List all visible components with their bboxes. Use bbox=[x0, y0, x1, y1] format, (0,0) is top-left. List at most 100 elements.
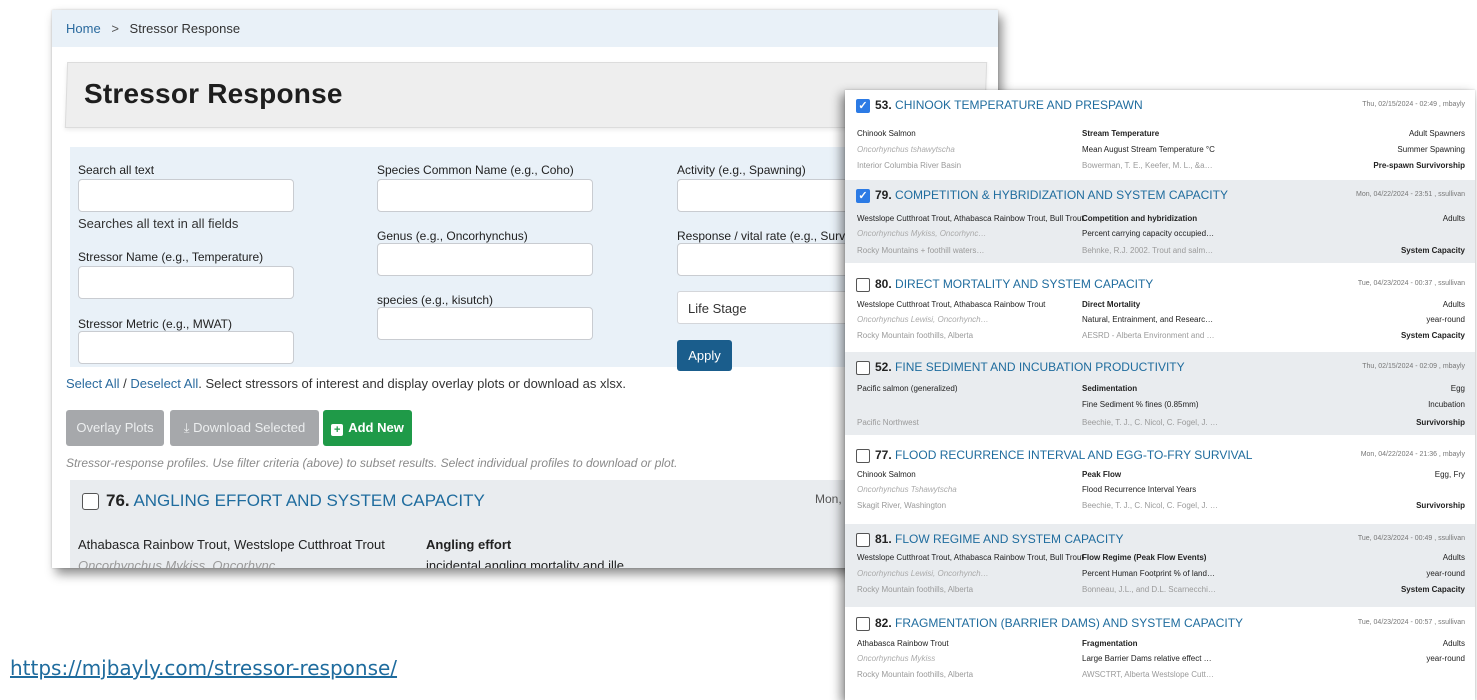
list-item: ✓ 53. CHINOOK TEMPERATURE AND PRESPAWN T… bbox=[845, 90, 1475, 173]
profile-metric: incidental angling mortality and ille… bbox=[426, 558, 638, 568]
profile-response: Survivorship bbox=[1416, 501, 1465, 510]
stressor-metric-input[interactable] bbox=[78, 331, 294, 364]
profile-title-link[interactable]: FLOW REGIME AND SYSTEM CAPACITY bbox=[895, 532, 1123, 546]
profile-metric: Percent carrying capacity occupied… bbox=[1082, 229, 1215, 238]
list-item: 80. DIRECT MORTALITY AND SYSTEM CAPACITY… bbox=[845, 269, 1475, 352]
profile-life-stage: Adults bbox=[1442, 300, 1465, 309]
breadcrumb-separator: > bbox=[111, 21, 119, 36]
profile-stressor: Flow Regime (Peak Flow Events) bbox=[1082, 553, 1207, 562]
profile-life-stage: Adults bbox=[1442, 639, 1465, 648]
breadcrumb-home-link[interactable]: Home bbox=[66, 21, 101, 36]
search-hint: Searches all text in all fields bbox=[78, 216, 239, 231]
profile-species-latin: Oncorhynchus Mykiss bbox=[857, 654, 936, 663]
genus-label: Genus (e.g., Oncorhynchus) bbox=[377, 229, 528, 243]
download-selected-label: Download Selected bbox=[193, 420, 306, 435]
list-item: 81. FLOW REGIME AND SYSTEM CAPACITY Tue,… bbox=[845, 524, 1475, 607]
profile-title-link[interactable]: CHINOOK TEMPERATURE AND PRESPAWN bbox=[895, 98, 1143, 112]
profile-metric: Percent Human Footprint % of land… bbox=[1082, 569, 1215, 578]
profile-life-stage: Adult Spawners bbox=[1408, 129, 1465, 138]
apply-button[interactable]: Apply bbox=[677, 340, 732, 371]
profile-species-latin: Oncorhynchus Mykiss, Oncorhync… bbox=[857, 229, 987, 238]
site-url-link[interactable]: https://mjbayly.com/stressor-response/ bbox=[10, 656, 397, 680]
checkbox-checked-icon[interactable]: ✓ bbox=[856, 99, 870, 113]
profile-response: Pre-spawn Survivorship bbox=[1373, 161, 1465, 170]
add-new-button[interactable]: + Add New bbox=[323, 410, 412, 446]
profile-title[interactable]: 77. FLOOD RECURRENCE INTERVAL AND EGG-TO… bbox=[875, 448, 1252, 462]
species-label: species (e.g., kisutch) bbox=[377, 293, 494, 307]
profile-checkbox[interactable] bbox=[856, 617, 870, 631]
profile-metric: Large Barrier Dams relative effect … bbox=[1082, 654, 1212, 663]
profile-citation: AWSCTRT, Alberta Westslope Cutt… bbox=[1082, 670, 1214, 679]
profile-title-link[interactable]: FLOOD RECURRENCE INTERVAL AND EGG-TO-FRY… bbox=[895, 448, 1252, 462]
profile-response: System Capacity bbox=[1400, 585, 1465, 594]
select-all-link[interactable]: Select All bbox=[66, 376, 119, 391]
list-item: 52. FINE SEDIMENT AND INCUBATION PRODUCT… bbox=[845, 352, 1475, 435]
deselect-all-link[interactable]: Deselect All bbox=[130, 376, 198, 391]
profile-title-link[interactable]: COMPETITION & HYBRIDIZATION AND SYSTEM C… bbox=[895, 188, 1228, 202]
profile-title[interactable]: 82. FRAGMENTATION (BARRIER DAMS) AND SYS… bbox=[875, 616, 1243, 630]
profile-species: Chinook Salmon bbox=[857, 129, 916, 138]
profile-number: 81. bbox=[875, 532, 892, 546]
search-label: Search all text bbox=[78, 163, 155, 177]
stressor-name-label: Stressor Name (e.g., Temperature) bbox=[78, 250, 264, 264]
profile-species: Athabasca Rainbow Trout, Westslope Cutth… bbox=[78, 537, 385, 552]
profile-title[interactable]: 52. FINE SEDIMENT AND INCUBATION PRODUCT… bbox=[875, 360, 1185, 374]
profile-location: Rocky Mountain foothills, Alberta bbox=[857, 585, 974, 594]
profile-citation: Beechie, T. J., C. Nicol, C. Fogel, J. … bbox=[1082, 501, 1218, 510]
profile-number: 79. bbox=[875, 188, 892, 202]
activity-label: Activity (e.g., Spawning) bbox=[677, 163, 806, 177]
profile-stressor: Fragmentation bbox=[1082, 639, 1138, 648]
checkbox-checked-icon[interactable]: ✓ bbox=[856, 189, 870, 203]
profile-checkbox[interactable] bbox=[82, 493, 99, 510]
profile-title[interactable]: 81. FLOW REGIME AND SYSTEM CAPACITY bbox=[875, 532, 1124, 546]
genus-input[interactable] bbox=[377, 243, 593, 276]
profile-title[interactable]: 76. ANGLING EFFORT AND SYSTEM CAPACITY bbox=[106, 491, 485, 511]
profile-activity: year-round bbox=[1426, 315, 1465, 324]
profile-life-stage: Adults bbox=[1442, 214, 1465, 223]
profile-stressor: Competition and hybridization bbox=[1082, 214, 1198, 223]
profile-title[interactable]: 80. DIRECT MORTALITY AND SYSTEM CAPACITY bbox=[875, 277, 1153, 291]
selection-controls: Select All / Deselect All. Select stress… bbox=[66, 376, 626, 391]
species-common-label: Species Common Name (e.g., Coho) bbox=[377, 163, 574, 177]
profile-title[interactable]: 53. CHINOOK TEMPERATURE AND PRESPAWN bbox=[875, 98, 1143, 112]
profile-species: Westslope Cutthroat Trout, Athabasca Rai… bbox=[857, 214, 1084, 223]
overlay-plots-button[interactable]: Overlay Plots bbox=[66, 410, 164, 446]
search-input[interactable] bbox=[78, 179, 294, 212]
list-item: ✓ 79. COMPETITION & HYBRIDIZATION AND SY… bbox=[845, 180, 1475, 263]
add-new-label: Add New bbox=[348, 420, 404, 435]
profile-checkbox[interactable] bbox=[856, 449, 870, 463]
species-input[interactable] bbox=[377, 307, 593, 340]
list-item: 82. FRAGMENTATION (BARRIER DAMS) AND SYS… bbox=[845, 608, 1475, 691]
profile-species-latin: Oncorhynchus tshawytscha bbox=[857, 145, 955, 154]
profile-stressor: Angling effort bbox=[426, 537, 512, 552]
profile-location: Rocky Mountain foothills, Alberta bbox=[857, 670, 974, 679]
profile-species: Pacific salmon (generalized) bbox=[857, 384, 958, 393]
profile-title-link[interactable]: FINE SEDIMENT AND INCUBATION PRODUCTIVIT… bbox=[895, 360, 1185, 374]
profile-date: Tue, 04/23/2024 - 00:37 , ssullivan bbox=[1357, 280, 1465, 287]
profile-life-stage: Egg, Fry bbox=[1434, 470, 1465, 479]
stressor-name-input[interactable] bbox=[78, 266, 294, 299]
download-selected-button[interactable]: ⤓ Download Selected bbox=[170, 410, 319, 446]
profile-checkbox[interactable] bbox=[856, 278, 870, 292]
profile-date: Thu, 02/15/2024 - 02:49 , mbayly bbox=[1362, 101, 1465, 108]
species-common-input[interactable] bbox=[377, 179, 593, 212]
profile-title[interactable]: 79. COMPETITION & HYBRIDIZATION AND SYST… bbox=[875, 188, 1228, 202]
selection-instruction: . Select stressors of interest and displ… bbox=[198, 376, 627, 391]
profile-number: 77. bbox=[875, 448, 892, 462]
profile-species-latin: Oncorhynchus Mykiss, Oncorhync… bbox=[78, 558, 289, 568]
profile-activity: year-round bbox=[1426, 569, 1465, 578]
profile-title-link[interactable]: FRAGMENTATION (BARRIER DAMS) AND SYSTEM … bbox=[895, 616, 1243, 630]
profile-checkbox[interactable] bbox=[856, 533, 870, 547]
profile-stressor: Sedimentation bbox=[1082, 384, 1138, 393]
profile-number: 76. bbox=[106, 491, 130, 510]
profile-number: 80. bbox=[875, 277, 892, 291]
profile-checkbox[interactable] bbox=[856, 361, 870, 375]
profile-metric: Fine Sediment % fines (0.85mm) bbox=[1082, 400, 1199, 409]
profile-location: Rocky Mountain foothills, Alberta bbox=[857, 331, 974, 340]
profile-citation: Bowerman, T. E., Keefer, M. L., &a… bbox=[1082, 161, 1213, 170]
page-title: Stressor Response bbox=[84, 78, 343, 109]
profile-title-link[interactable]: ANGLING EFFORT AND SYSTEM CAPACITY bbox=[133, 491, 484, 510]
profile-location: Rocky Mountains + foothill waters… bbox=[857, 246, 985, 255]
breadcrumb: Home > Stressor Response bbox=[52, 10, 998, 47]
profile-title-link[interactable]: DIRECT MORTALITY AND SYSTEM CAPACITY bbox=[895, 277, 1153, 291]
